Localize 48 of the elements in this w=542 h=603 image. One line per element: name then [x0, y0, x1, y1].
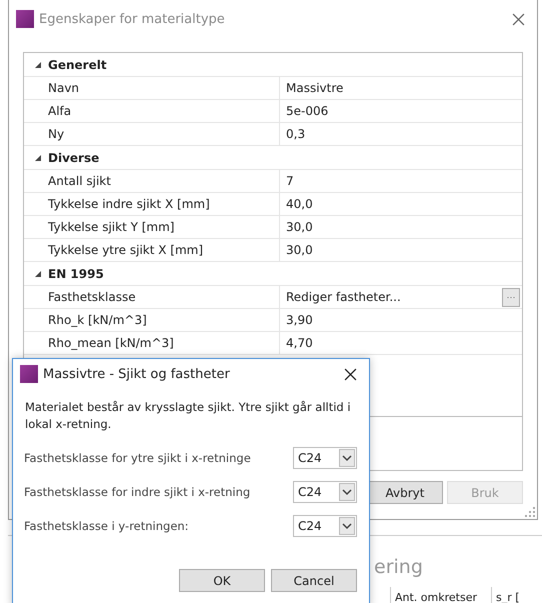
- property-value[interactable]: 4,70: [286, 336, 313, 350]
- property-name: Tykkelse indre sjikt X [mm]: [42, 193, 280, 215]
- property-value[interactable]: 7: [286, 174, 294, 188]
- property-value[interactable]: 0,3: [286, 127, 306, 141]
- section-title: Generelt: [48, 58, 107, 72]
- section-title: Diverse: [48, 150, 100, 164]
- app-logo-icon: [20, 365, 38, 383]
- close-icon[interactable]: [344, 368, 357, 380]
- dialog-button[interactable]: OK: [179, 569, 265, 592]
- property-value[interactable]: Rediger fastheter...: [286, 290, 401, 304]
- strength-class-dropdown[interactable]: C24: [293, 447, 357, 469]
- window-title: Egenskaper for materialtype: [39, 12, 226, 26]
- app-logo-icon: [16, 10, 34, 28]
- property-value[interactable]: 30,0: [286, 220, 313, 234]
- property-value[interactable]: 40,0: [286, 197, 313, 211]
- property-value[interactable]: Massivtre: [286, 81, 344, 95]
- chevron-down-icon[interactable]: [339, 517, 355, 535]
- field-label: Fasthetsklasse i y-retningen:: [24, 519, 189, 533]
- property-name: Rho_k [kN/m^3]: [42, 309, 280, 331]
- field-label: Fasthetsklasse for indre sjikt i x-retning: [24, 485, 250, 499]
- collapse-toggle-icon[interactable]: [34, 154, 42, 162]
- description-text: Materialet består av krysslagte sjikt. Ytre sjikt går alltid i lokal x-retning.: [25, 399, 352, 433]
- property-name: Navn: [42, 77, 280, 99]
- ellipsis-button[interactable]: ···: [502, 288, 520, 306]
- property-value[interactable]: 5e-006: [286, 104, 328, 118]
- collapse-toggle-icon[interactable]: [34, 60, 42, 68]
- strength-class-dropdown[interactable]: C24: [293, 481, 357, 503]
- property-name: Alfa: [42, 100, 280, 122]
- dialog-button[interactable]: Avbryt: [367, 481, 443, 504]
- property-name: Tykkelse sjikt Y [mm]: [42, 216, 280, 238]
- window-title: Massivtre - Sjikt og fastheter: [43, 366, 231, 382]
- property-value[interactable]: 30,0: [286, 243, 313, 257]
- column-header: Ant. omkretser: [390, 587, 491, 603]
- resize-grip-icon[interactable]: [525, 507, 535, 517]
- property-name: Antall sjikt: [42, 170, 280, 192]
- dialog-button[interactable]: Cancel: [271, 569, 357, 592]
- property-value[interactable]: 3,90: [286, 313, 313, 327]
- property-name: Tykkelse ytre sjikt X [mm]: [42, 239, 280, 261]
- property-name: Ny: [42, 123, 280, 145]
- strength-class-dropdown[interactable]: C24: [293, 515, 357, 537]
- property-name: Rho_mean [kN/m^3]: [42, 332, 280, 354]
- section-title: EN 1995: [48, 266, 104, 280]
- collapse-toggle-icon[interactable]: [34, 270, 42, 278]
- property-name: Fasthetsklasse: [42, 286, 280, 308]
- section-heading: ering: [374, 556, 423, 578]
- chevron-down-icon[interactable]: [339, 483, 355, 501]
- field-label: Fasthetsklasse for ytre sjikt i x-retninge: [24, 451, 251, 465]
- chevron-down-icon[interactable]: [339, 449, 355, 467]
